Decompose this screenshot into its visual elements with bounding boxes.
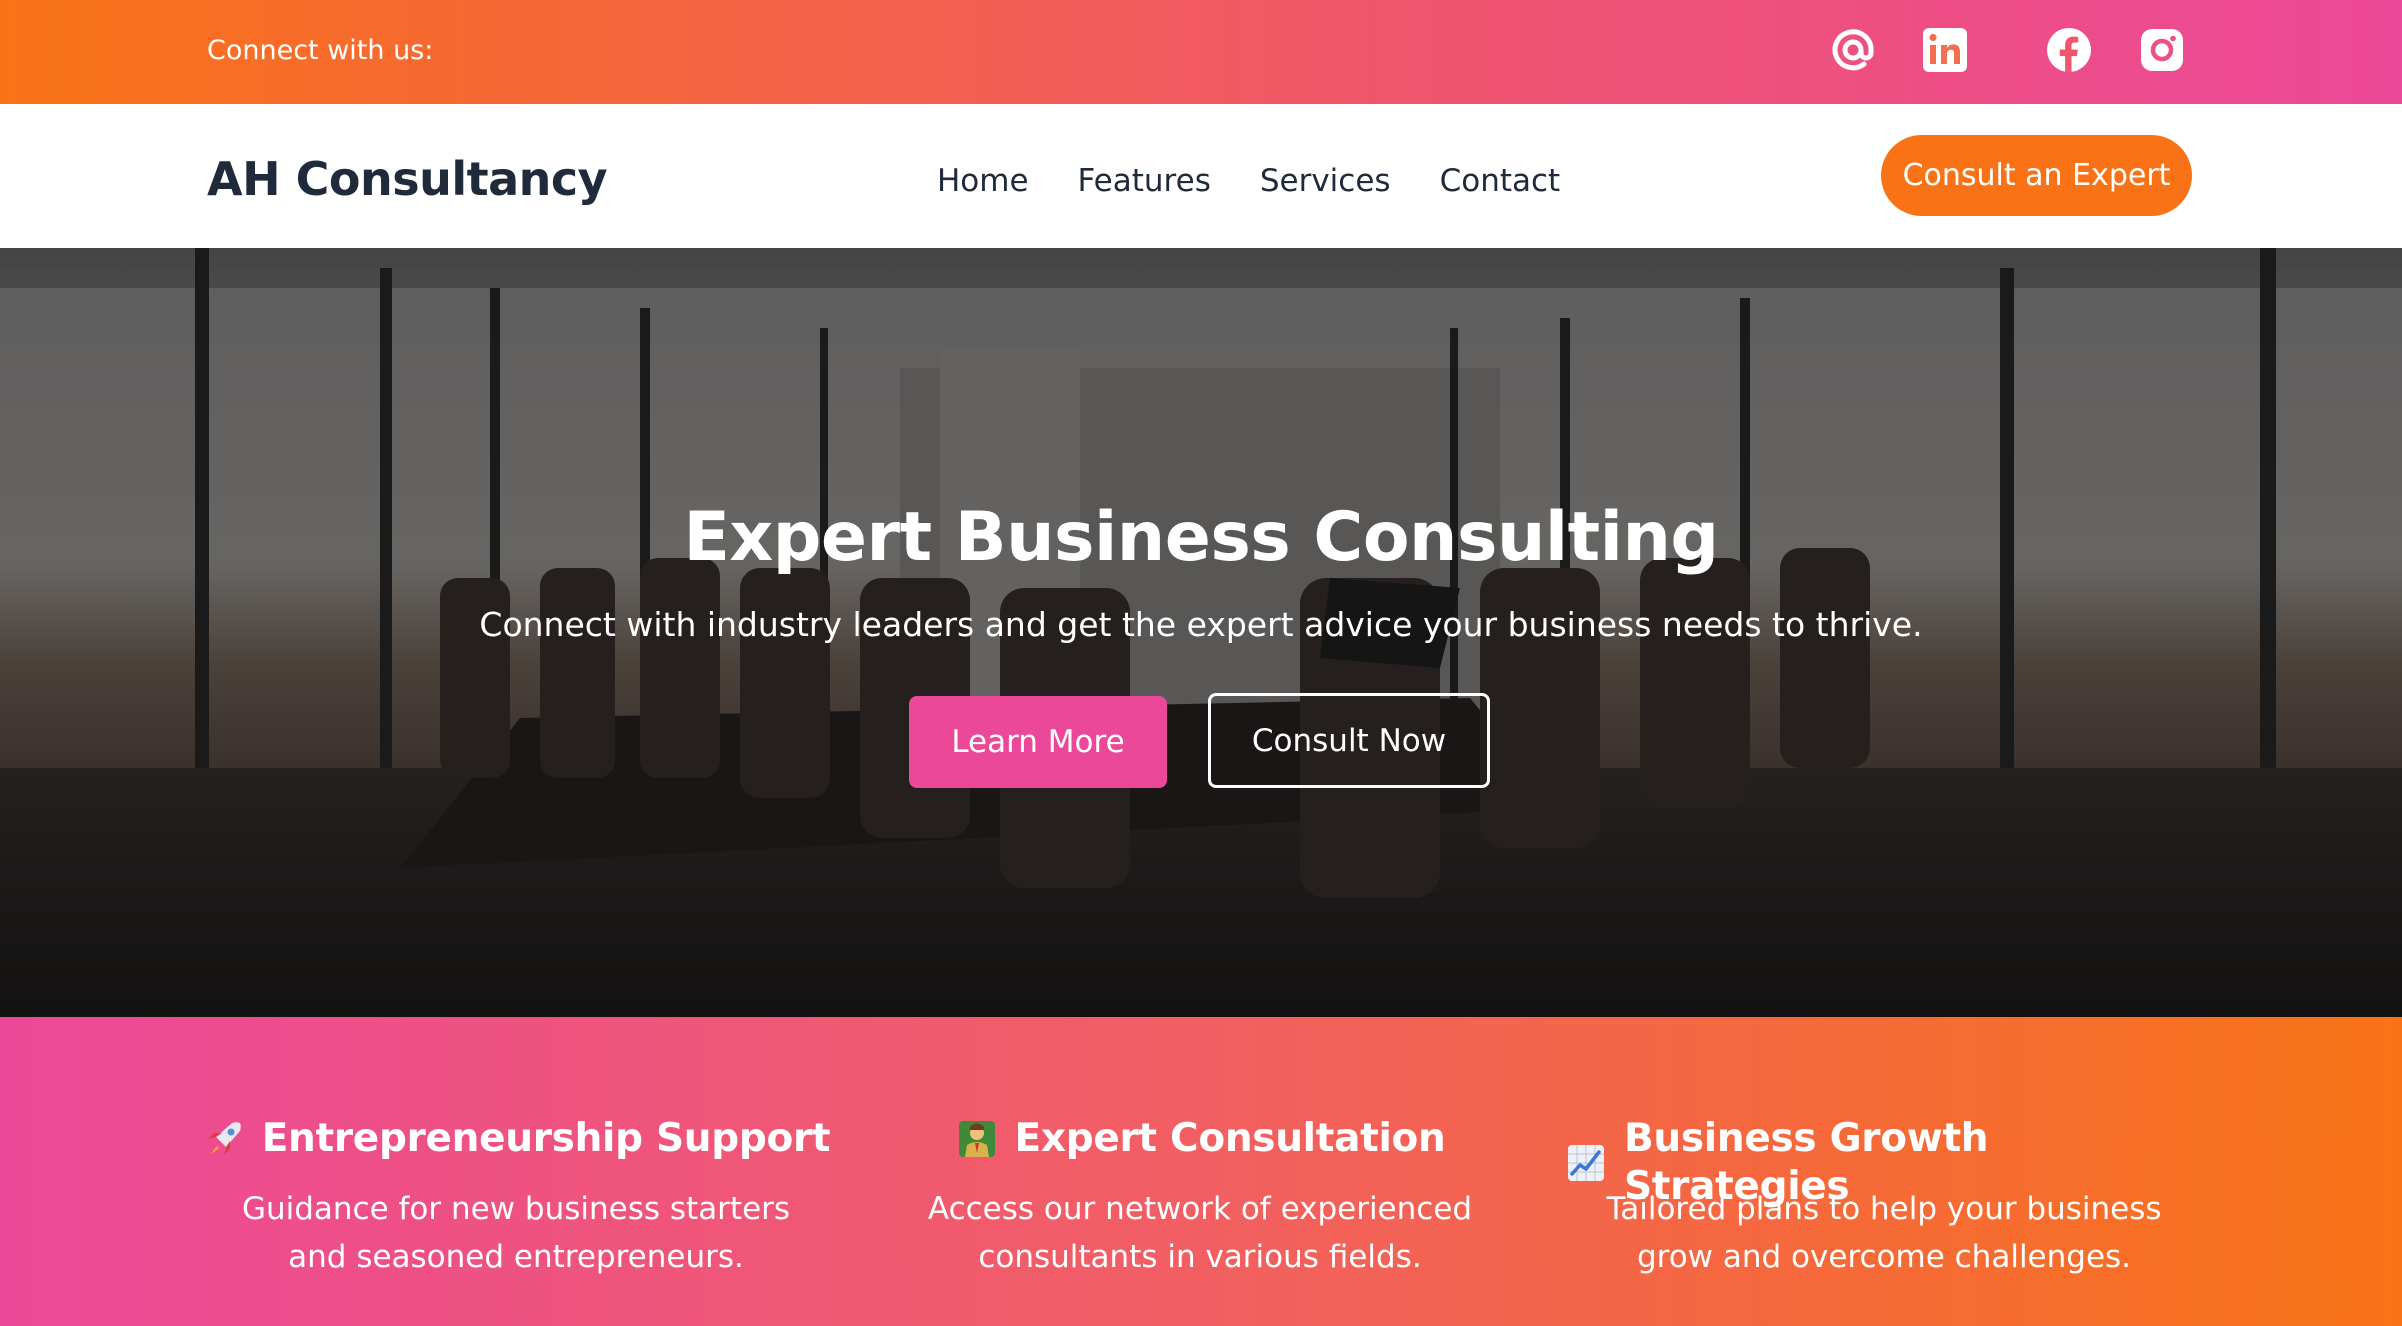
linkedin-icon[interactable] [1919,24,1971,76]
nav-link-home[interactable]: Home [937,161,1029,201]
features-section: Entrepreneurship Support Guidance for ne… [0,1017,2402,1326]
feature-title: Entrepreneurship Support [261,1116,831,1161]
instagram-icon[interactable] [2136,24,2188,76]
hero-subtitle: Connect with industry leaders and get th… [479,605,1923,644]
nav-link-features[interactable]: Features [1078,161,1211,201]
connect-text: Connect with us: [207,35,434,66]
rocket-icon [202,1117,246,1161]
brand-logo[interactable]: AH Consultancy [207,152,608,206]
consult-now-button[interactable]: Consult Now [1208,693,1490,788]
feature-description: Tailored plans to help your business gro… [1606,1191,2162,1275]
hero-title: Expert Business Consulting [683,498,1719,577]
feature-description: Guidance for new business starters and s… [241,1191,791,1275]
main-navbar: AH Consultancy Home Features Services Co… [0,104,2402,248]
feature-card: Business Growth Strategies Tailored plan… [1564,1017,2204,1326]
consultant-icon [955,1117,999,1161]
feature-card: Entrepreneurship Support Guidance for ne… [196,1017,836,1326]
consult-expert-button[interactable]: Consult an Expert [1881,135,2192,216]
nav-link-contact[interactable]: Contact [1440,161,1561,201]
facebook-icon[interactable] [2043,24,2095,76]
email-icon[interactable] [1827,24,1879,76]
hero-section: Expert Business Consulting Connect with … [0,248,2402,1017]
feature-description: Access our network of experienced consul… [927,1191,1473,1275]
nav-links: Home Features Services Contact [937,156,1560,206]
nav-link-services[interactable]: Services [1260,161,1391,201]
top-bar: Connect with us: [0,0,2402,104]
chart-increasing-icon [1564,1141,1608,1185]
feature-card: Expert Consultation Access our network o… [880,1017,1520,1326]
learn-more-button[interactable]: Learn More [909,696,1167,788]
feature-title: Expert Consultation [1014,1116,1446,1161]
